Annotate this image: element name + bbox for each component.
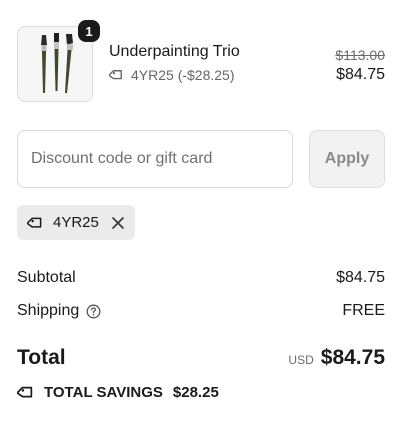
paintbrush-set-image [41,33,74,93]
subtotal-label: Subtotal [17,269,76,286]
currency-code: USD [288,353,314,367]
apply-button[interactable]: Apply [309,130,385,188]
savings-label: TOTAL SAVINGS [44,384,163,401]
shipping-label-wrap: Shipping [17,302,101,320]
shipping-label: Shipping [17,302,80,319]
product-name: Underpainting Trio [109,43,240,60]
savings-amount: $28.25 [172,384,219,401]
total-amount-wrap: USD $84.75 [288,346,385,370]
product-discount-label: 4YR25 (-$28.25) [131,67,235,83]
total-savings: TOTAL SAVINGS $28.25 [17,383,219,402]
discount-code-input[interactable] [17,130,293,188]
quantity-badge: 1 [78,20,100,42]
original-price: $113.00 [335,47,385,63]
line-item: 1 Underpainting Trio 4YR25 (-$28.25) $11… [17,20,385,102]
tag-icon [27,217,42,228]
shipping-help-button[interactable] [86,304,101,319]
subtotal-value: $84.75 [336,269,385,286]
applied-discount-chip: 4YR25 [17,205,135,240]
total-label: Total [17,346,66,369]
close-icon [112,216,124,229]
question-circle-icon [86,304,101,318]
tag-icon [17,386,33,398]
shipping-value: FREE [342,302,385,319]
total-amount: $84.75 [320,346,385,369]
remove-discount-button[interactable] [111,216,125,230]
discounted-price: $84.75 [336,66,385,83]
applied-code-label: 4YR25 [53,214,99,231]
product-discount: 4YR25 (-$28.25) [109,67,235,83]
tag-icon [109,70,122,80]
